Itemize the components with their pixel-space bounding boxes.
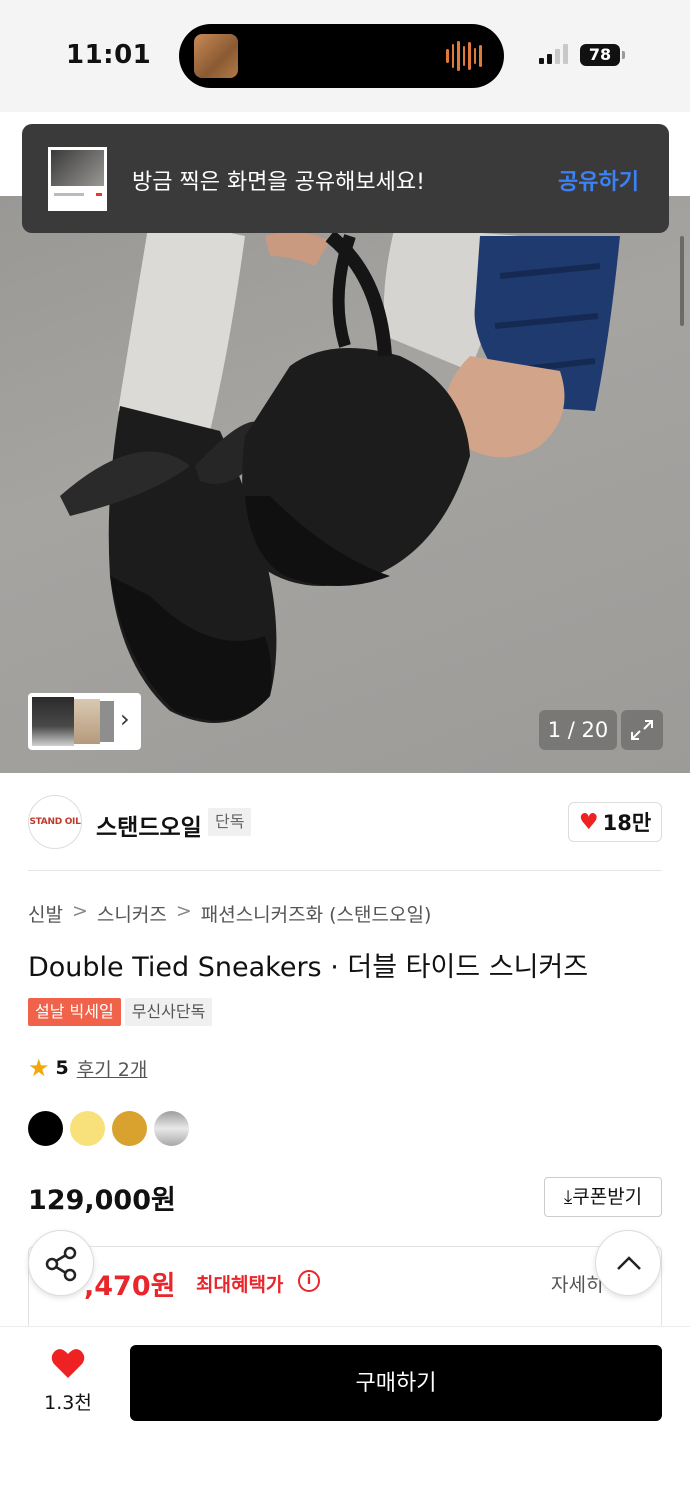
- screenshot-thumbnail[interactable]: [48, 147, 107, 211]
- heart-icon: ♥: [578, 809, 599, 835]
- thumbnail-2[interactable]: [74, 699, 100, 744]
- image-counter: 1 / 20: [539, 710, 617, 750]
- now-playing-artwork: [194, 34, 238, 78]
- breadcrumb-item[interactable]: 패션스니커즈화 (스탠드오일): [201, 900, 432, 927]
- toast-message: 방금 찍은 화면을 공유해보세요!: [132, 170, 425, 195]
- info-icon[interactable]: i: [298, 1270, 320, 1292]
- reviews-link[interactable]: 후기 2개: [77, 1055, 148, 1082]
- scroll-to-top-button[interactable]: [595, 1230, 661, 1296]
- brand-like-count: 18만: [602, 811, 652, 835]
- breadcrumb-item[interactable]: 스니커즈: [97, 900, 167, 927]
- status-bar: 11:01 78: [0, 0, 690, 112]
- color-swatch-black[interactable]: [28, 1111, 63, 1146]
- audio-waveform-icon: [446, 40, 483, 72]
- sneakers-photo: [60, 216, 620, 723]
- color-swatch-mustard[interactable]: [112, 1111, 147, 1146]
- sale-tag: 설날 빅세일: [28, 998, 121, 1026]
- image-thumbnails[interactable]: ›: [28, 693, 141, 750]
- dynamic-island[interactable]: [179, 24, 504, 88]
- buy-button[interactable]: 구매하기: [130, 1345, 662, 1421]
- product-image[interactable]: [0, 196, 690, 773]
- scroll-indicator[interactable]: [680, 236, 684, 326]
- battery-icon: 78: [580, 44, 620, 66]
- product-title: Double Tied Sneakers · 더블 타이드 스니커즈: [28, 952, 589, 983]
- star-icon: ★: [28, 1054, 50, 1082]
- breadcrumb-separator: >: [175, 900, 192, 922]
- divider: [28, 870, 662, 871]
- exclusive-tag: 무신사단독: [124, 998, 213, 1026]
- rating: ★ 5 후기 2개: [28, 1054, 147, 1082]
- share-action-button[interactable]: 공유하기: [558, 164, 639, 196]
- product-tags: 설날 빅세일 무신사단독: [28, 998, 213, 1026]
- share-button[interactable]: [28, 1230, 94, 1296]
- breadcrumb-separator: >: [71, 900, 88, 922]
- price: 129,000원: [28, 1185, 176, 1216]
- cellular-signal-icon: [539, 44, 568, 64]
- heart-icon[interactable]: [50, 1346, 86, 1382]
- download-icon: ⤓: [563, 1186, 573, 1208]
- chevron-right-icon[interactable]: ›: [120, 705, 130, 733]
- color-options: [28, 1111, 189, 1146]
- chevron-up-icon: [617, 1256, 641, 1270]
- max-benefit-price: ,470원: [84, 1271, 176, 1302]
- brand-like-button[interactable]: ♥ 18만: [568, 802, 662, 842]
- coupon-label: 쿠폰받기: [572, 1186, 643, 1208]
- rating-score: 5: [55, 1057, 69, 1079]
- brand-logo[interactable]: STAND OIL: [28, 795, 82, 849]
- share-icon: [45, 1246, 77, 1282]
- battery-tip: [622, 51, 625, 59]
- breadcrumb-item[interactable]: 신발: [28, 900, 63, 927]
- color-swatch-silver[interactable]: [154, 1111, 189, 1146]
- expand-icon[interactable]: [621, 710, 663, 750]
- brand-name[interactable]: 스탠드오일: [96, 808, 202, 842]
- coupon-button[interactable]: ⤓쿠폰받기: [544, 1177, 662, 1217]
- thumbnail-1[interactable]: [32, 697, 74, 746]
- share-toast: 방금 찍은 화면을 공유해보세요! 공유하기: [22, 124, 669, 233]
- thumbnail-3[interactable]: [100, 701, 114, 742]
- wish-count: 1.3천: [44, 1392, 92, 1414]
- clock: 11:01: [66, 40, 152, 70]
- color-swatch-yellow[interactable]: [70, 1111, 105, 1146]
- exclusive-badge: 단독: [208, 808, 252, 836]
- max-benefit-label: 최대혜택가: [196, 1274, 284, 1296]
- breadcrumb: 신발 > 스니커즈 > 패션스니커즈화 (스탠드오일): [28, 900, 431, 927]
